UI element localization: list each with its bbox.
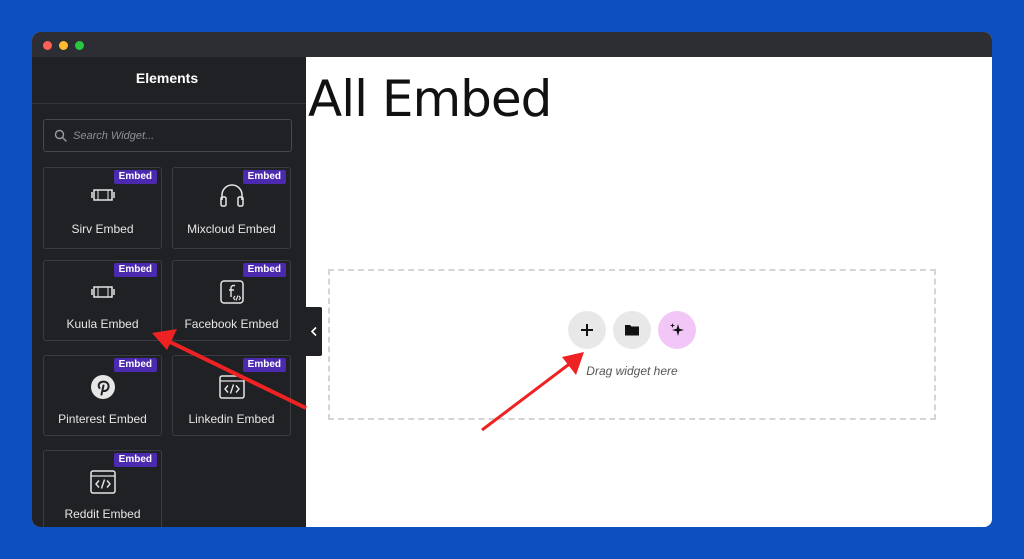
editor-window: Elements Embed Sirv Embed Embed xyxy=(32,32,992,527)
sirv-icon xyxy=(91,189,115,201)
widget-label: Mixcloud Embed xyxy=(187,222,276,236)
search-box[interactable] xyxy=(43,119,292,152)
embed-badge: Embed xyxy=(242,170,286,184)
sidebar-divider xyxy=(32,103,306,104)
widget-facebook-embed[interactable]: Embed Facebook Embed xyxy=(172,260,291,341)
widget-pinterest-embed[interactable]: Embed Pinterest Embed xyxy=(43,355,162,436)
widget-label: Facebook Embed xyxy=(184,317,279,331)
code-window-icon xyxy=(219,375,245,399)
sparkle-icon xyxy=(670,323,684,336)
page-title: All Embed xyxy=(308,70,552,128)
plus-icon xyxy=(581,324,593,336)
widget-sirv-embed[interactable]: Embed Sirv Embed xyxy=(43,167,162,249)
widget-label: Linkedin Embed xyxy=(188,412,275,426)
search-icon xyxy=(54,129,67,142)
minimize-window-button[interactable] xyxy=(59,41,68,50)
embed-badge: Embed xyxy=(113,170,157,184)
add-section-button[interactable] xyxy=(568,311,606,349)
embed-badge: Embed xyxy=(242,358,286,372)
close-window-button[interactable] xyxy=(43,41,52,50)
embed-badge: Embed xyxy=(113,263,157,277)
embed-badge: Embed xyxy=(113,453,157,467)
widget-label: Pinterest Embed xyxy=(58,412,147,426)
pinterest-icon xyxy=(91,375,115,399)
elements-sidebar: Elements Embed Sirv Embed Embed xyxy=(32,57,306,527)
widget-mixcloud-embed[interactable]: Embed Mixcloud Embed xyxy=(172,167,291,249)
search-input[interactable] xyxy=(73,120,283,151)
embed-badge: Embed xyxy=(113,358,157,372)
widget-kuula-embed[interactable]: Embed Kuula Embed xyxy=(43,260,162,341)
facebook-embed-icon xyxy=(220,280,244,304)
widget-label: Kuula Embed xyxy=(66,317,139,331)
collapse-panel-button[interactable] xyxy=(306,307,322,356)
ai-generate-button[interactable] xyxy=(658,311,696,349)
window-titlebar xyxy=(32,32,992,57)
maximize-window-button[interactable] xyxy=(75,41,84,50)
kuula-icon xyxy=(91,286,115,298)
folder-icon xyxy=(625,325,639,336)
headphones-icon xyxy=(220,184,244,207)
widget-reddit-embed[interactable]: Embed Reddit Embed xyxy=(43,450,162,527)
chevron-left-icon xyxy=(310,326,317,337)
embed-badge: Embed xyxy=(242,263,286,277)
widget-label: Reddit Embed xyxy=(64,507,141,521)
add-template-button[interactable] xyxy=(613,311,651,349)
code-window-icon xyxy=(90,470,116,494)
sidebar-title: Elements xyxy=(135,70,199,86)
drop-hint: Drag widget here xyxy=(586,364,678,378)
widget-label: Sirv Embed xyxy=(71,222,134,236)
widget-linkedin-embed[interactable]: Embed Linkedin Embed xyxy=(172,355,291,436)
